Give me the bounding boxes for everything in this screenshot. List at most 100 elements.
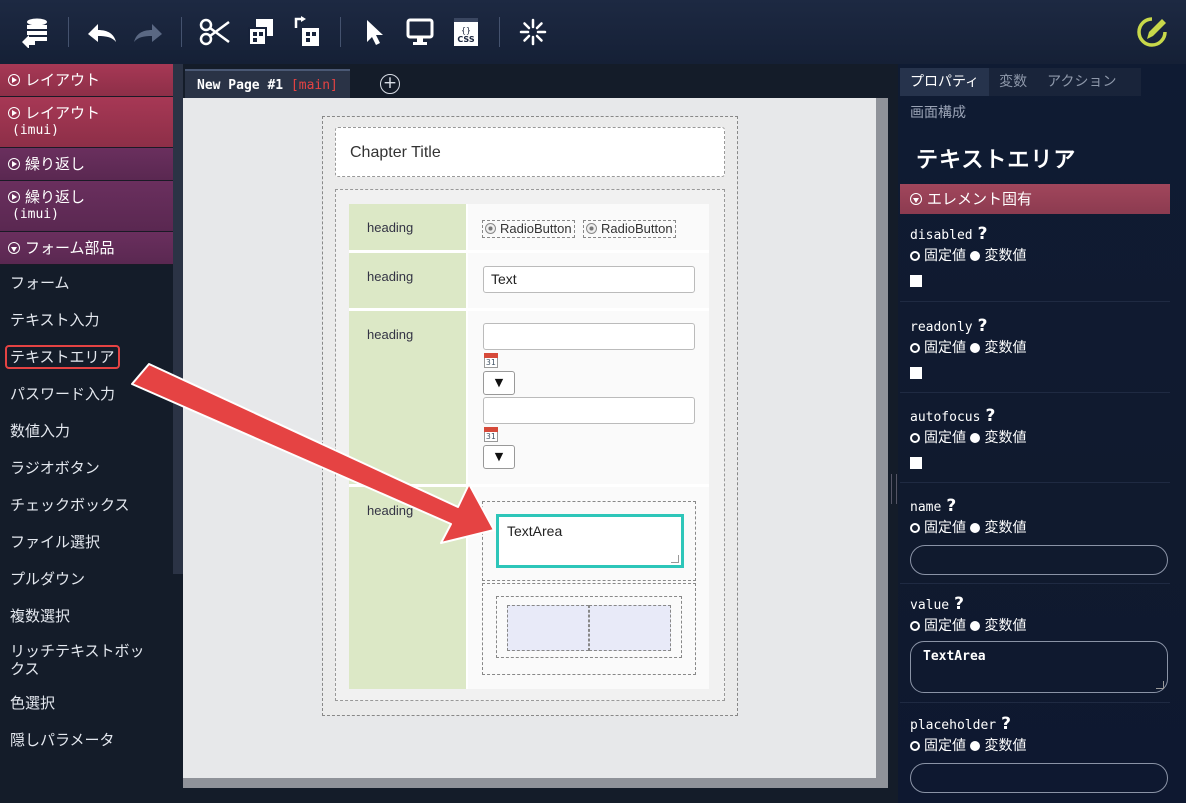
textarea-element[interactable]: TextArea bbox=[496, 514, 684, 568]
paste-icon[interactable] bbox=[285, 10, 329, 54]
palette-group-sublabel: (imui) bbox=[12, 123, 59, 138]
divider bbox=[900, 583, 1170, 584]
palette-item-richtext[interactable]: リッチテキストボックス bbox=[0, 635, 173, 685]
form-container[interactable]: heading RadioButton RadioButton heading … bbox=[335, 189, 725, 701]
tab-actions[interactable]: アクション bbox=[1037, 68, 1142, 96]
readonly-checkbox[interactable] bbox=[910, 367, 922, 379]
tab-properties[interactable]: プロパティ bbox=[900, 68, 990, 96]
palette-group-repeat-imui[interactable]: 繰り返し (imui) bbox=[0, 181, 173, 232]
palette-group-repeat[interactable]: 繰り返し bbox=[0, 148, 173, 181]
panel-splitter[interactable] bbox=[888, 64, 898, 803]
add-tab-icon[interactable]: + bbox=[380, 74, 400, 94]
database-icon[interactable] bbox=[13, 10, 57, 54]
radio-button[interactable]: RadioButton bbox=[583, 220, 676, 238]
name-input[interactable] bbox=[910, 545, 1168, 575]
palette-item-color[interactable]: 色選択 bbox=[0, 685, 173, 722]
autofocus-checkbox[interactable] bbox=[910, 457, 922, 469]
tab-variables[interactable]: 変数 bbox=[989, 68, 1038, 96]
canvas-vertical-scrollbar[interactable] bbox=[876, 98, 888, 788]
grid-layout[interactable] bbox=[496, 596, 682, 658]
table-row[interactable]: heading Text bbox=[349, 253, 709, 311]
calendar-icon[interactable]: 31 bbox=[484, 427, 498, 442]
breadcrumb[interactable]: 画面構成 bbox=[910, 102, 966, 122]
palette-item-hidden[interactable]: 隠しパラメータ bbox=[0, 722, 173, 759]
loading-icon[interactable] bbox=[511, 10, 555, 54]
canvas-horizontal-scrollbar[interactable] bbox=[183, 778, 876, 788]
redo-icon[interactable] bbox=[126, 10, 170, 54]
help-icon[interactable]: ? bbox=[954, 594, 964, 614]
help-icon[interactable]: ? bbox=[946, 496, 956, 516]
palette-item-file[interactable]: ファイル選択 bbox=[0, 524, 173, 561]
toolbar-separator bbox=[499, 17, 500, 47]
text-input[interactable]: Text bbox=[483, 266, 695, 293]
palette-item-form[interactable]: フォーム bbox=[0, 265, 173, 302]
help-icon[interactable]: ? bbox=[978, 316, 988, 336]
palette-group-form-parts[interactable]: フォーム部品 bbox=[0, 232, 173, 265]
palette-item-number[interactable]: 数値入力 bbox=[0, 413, 173, 450]
palette-item-textarea[interactable]: テキストエリア bbox=[0, 339, 173, 376]
time-select[interactable]: ▼ bbox=[483, 371, 515, 395]
palette-item-multiselect[interactable]: 複数選択 bbox=[0, 598, 173, 635]
radio-fixed[interactable] bbox=[910, 251, 920, 261]
row-heading[interactable]: heading bbox=[349, 487, 466, 689]
chapter-title[interactable]: Chapter Title bbox=[335, 127, 725, 177]
copy-icon[interactable] bbox=[239, 10, 283, 54]
palette-group-layout-imui[interactable]: レイアウト (imui) bbox=[0, 97, 173, 148]
pointer-icon[interactable] bbox=[352, 10, 396, 54]
calendar-icon[interactable]: 31 bbox=[484, 353, 498, 368]
date-input[interactable] bbox=[483, 323, 695, 350]
radio-variable[interactable] bbox=[970, 523, 981, 533]
radio-variable[interactable] bbox=[970, 251, 981, 261]
radio-variable[interactable] bbox=[970, 343, 981, 353]
palette-item-text-input[interactable]: テキスト入力 bbox=[0, 302, 173, 339]
form-table[interactable]: heading RadioButton RadioButton heading … bbox=[349, 204, 709, 689]
palette-item-pulldown[interactable]: プルダウン bbox=[0, 561, 173, 598]
row-cell[interactable]: Text bbox=[468, 253, 709, 308]
palette-group-layout[interactable]: レイアウト bbox=[0, 64, 173, 97]
placeholder-input[interactable] bbox=[910, 763, 1168, 793]
edit-icon[interactable] bbox=[1130, 10, 1174, 54]
palette-item-checkbox[interactable]: チェックボックス bbox=[0, 487, 173, 524]
row-heading[interactable]: heading bbox=[349, 311, 466, 484]
section-element-specific[interactable]: エレメント固有 bbox=[900, 184, 1170, 214]
row-heading[interactable]: heading bbox=[349, 253, 466, 308]
textarea-container[interactable]: TextArea bbox=[482, 501, 696, 581]
radio-fixed[interactable] bbox=[910, 621, 920, 631]
tab-new-page[interactable]: New Page #1 [main] bbox=[185, 69, 350, 98]
radio-fixed[interactable] bbox=[910, 343, 920, 353]
grid-cell[interactable] bbox=[589, 605, 671, 651]
grid-container[interactable] bbox=[482, 583, 696, 675]
radio-variable[interactable] bbox=[970, 433, 981, 443]
value-textarea[interactable]: TextArea bbox=[910, 641, 1168, 693]
radio-button[interactable]: RadioButton bbox=[482, 220, 575, 238]
row-heading[interactable]: heading bbox=[349, 204, 466, 250]
prop-name: value bbox=[910, 598, 950, 613]
radio-variable[interactable] bbox=[970, 741, 981, 751]
undo-icon[interactable] bbox=[80, 10, 124, 54]
table-row[interactable]: heading 31 ▼ 31 ▼ bbox=[349, 311, 709, 487]
time-select[interactable]: ▼ bbox=[483, 445, 515, 469]
palette-scrollbar[interactable] bbox=[173, 64, 183, 574]
radio-variable[interactable] bbox=[970, 621, 981, 631]
table-row[interactable]: heading RadioButton RadioButton bbox=[349, 204, 709, 253]
radio-fixed[interactable] bbox=[910, 523, 920, 533]
cut-icon[interactable] bbox=[193, 10, 237, 54]
css-icon[interactable]: {} CSS bbox=[444, 10, 488, 54]
help-icon[interactable]: ? bbox=[978, 224, 988, 244]
radio-fixed[interactable] bbox=[910, 741, 920, 751]
palette-item-password[interactable]: パスワード入力 bbox=[0, 376, 173, 413]
page-container[interactable]: Chapter Title heading RadioButton RadioB… bbox=[322, 116, 738, 716]
row-cell[interactable]: 31 ▼ 31 ▼ bbox=[468, 311, 709, 484]
help-icon[interactable]: ? bbox=[1001, 714, 1011, 734]
row-cell[interactable]: RadioButton RadioButton bbox=[468, 204, 709, 250]
design-canvas[interactable]: Chapter Title heading RadioButton RadioB… bbox=[183, 98, 876, 778]
table-row[interactable]: heading TextArea bbox=[349, 487, 709, 689]
date-input[interactable] bbox=[483, 397, 695, 424]
disabled-checkbox[interactable] bbox=[910, 275, 922, 287]
palette-item-radio[interactable]: ラジオボタン bbox=[0, 450, 173, 487]
preview-icon[interactable] bbox=[398, 10, 442, 54]
row-cell[interactable]: TextArea bbox=[468, 487, 709, 689]
help-icon[interactable]: ? bbox=[985, 406, 995, 426]
grid-cell[interactable] bbox=[507, 605, 589, 651]
radio-fixed[interactable] bbox=[910, 433, 920, 443]
